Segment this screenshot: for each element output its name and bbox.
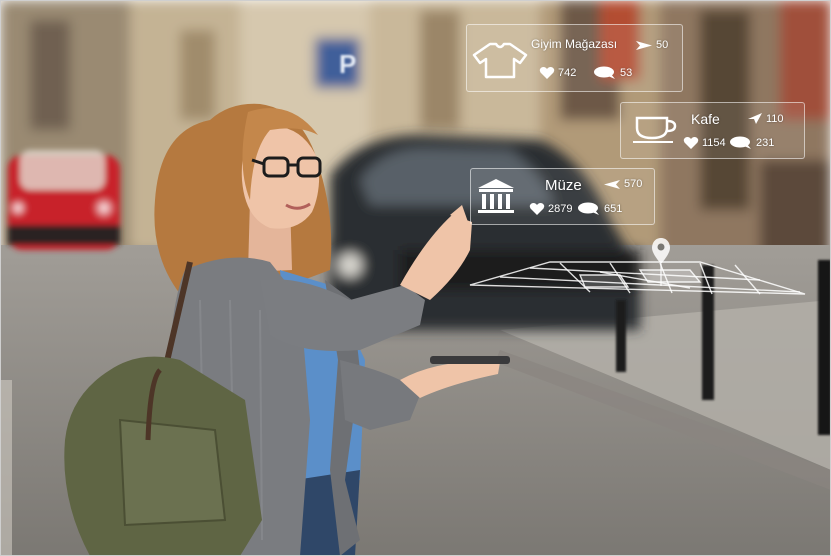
poi-card-museum[interactable]: Müze 570 2879 651 [470,168,655,225]
poi-name: Müze [545,177,582,194]
comments: 651 [577,202,622,216]
likes-value: 1154 [702,137,726,149]
comments-value: 231 [756,137,775,149]
likes: 1154 [683,136,726,150]
poi-card-clothing-store[interactable]: Giyim Mağazası 50 742 53 [466,24,683,92]
shirt-icon [472,42,528,79]
distance-value: 110 [766,112,784,125]
comment-bubble-icon [578,202,599,215]
distance-value: 570 [624,178,643,190]
heart-icon [529,202,545,215]
likes: 742 [539,66,576,80]
heart-icon [539,66,555,79]
likes-value: 2879 [548,203,573,215]
poi-card-cafe[interactable]: Kafe 110 1154 231 [620,102,805,159]
museum-icon [478,179,514,213]
distance: 50 [635,39,668,51]
comment-bubble-icon [594,66,615,79]
parking-sign: P [339,49,356,79]
coffee-cup-icon [633,116,677,143]
photo-scene: P Giyim Mağazası 50 742 53 Kafe 110 1154… [0,0,831,556]
red-car [8,150,120,250]
comments: 231 [729,136,774,150]
distance: 110 [747,112,784,125]
distance-value: 50 [656,39,669,51]
heart-icon [683,136,699,149]
comments-value: 651 [604,203,623,215]
direction-arrow-icon [636,40,652,50]
comments: 53 [593,66,632,80]
direction-arrow-icon [604,179,620,189]
street-photo: P [0,0,831,556]
poi-name: Giyim Mağazası [531,37,618,51]
direction-arrow-icon [748,113,762,124]
likes: 2879 [529,202,572,216]
likes-value: 742 [558,67,577,79]
poi-name: Kafe [691,111,720,127]
comment-bubble-icon [730,136,751,149]
comments-value: 53 [620,67,633,79]
distance: 570 [603,178,642,190]
